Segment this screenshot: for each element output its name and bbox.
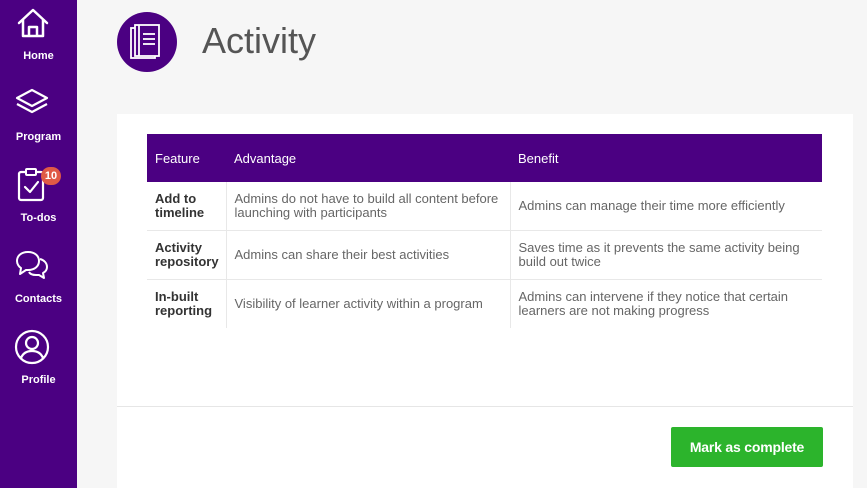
sidebar-item-profile[interactable]: Profile: [0, 324, 77, 402]
column-header-feature: Feature: [147, 134, 226, 182]
sidebar-item-label: Profile: [21, 374, 56, 386]
page-title: Activity: [202, 20, 317, 61]
layers-icon: [15, 88, 49, 114]
sidebar-item-label: Home: [23, 50, 54, 62]
activity-icon-circle: [117, 12, 177, 72]
table-row: In-built reporting Visibility of learner…: [147, 279, 822, 328]
card-divider: [117, 406, 853, 407]
column-header-benefit: Benefit: [510, 134, 822, 182]
sidebar-item-label: To-dos: [20, 212, 57, 224]
sidebar-item-program[interactable]: Program: [0, 81, 77, 159]
home-icon: [17, 8, 49, 38]
mark-as-complete-button[interactable]: Mark as complete: [671, 427, 823, 467]
advantage-cell: Visibility of learner activity within a …: [225, 279, 510, 328]
sidebar-item-home[interactable]: Home: [0, 0, 77, 78]
advantage-cell: Admins can share their best activities: [225, 230, 510, 280]
feature-cell: Add to timeline: [147, 182, 226, 231]
documents-icon: [130, 24, 160, 59]
sidebar-item-contacts[interactable]: Contacts: [0, 243, 77, 321]
table-row: Add to timeline Admins do not have to bu…: [147, 182, 822, 231]
chat-bubbles-icon: [16, 251, 48, 279]
feature-cell: Activity repository: [147, 230, 226, 280]
todos-count-badge: 10: [41, 167, 61, 185]
advantage-cell: Admins do not have to build all content …: [225, 182, 510, 231]
user-circle-icon: [14, 329, 50, 365]
benefit-cell: Saves time as it prevents the same activ…: [509, 230, 822, 280]
table-row: Activity repository Admins can share the…: [147, 230, 822, 280]
sidebar: Home Program To-dos Contacts Profile: [0, 0, 77, 488]
sidebar-item-label: Program: [15, 131, 62, 143]
sidebar-item-todos[interactable]: To-dos: [0, 162, 77, 240]
benefit-cell: Admins can intervene if they notice that…: [509, 279, 822, 328]
column-header-advantage: Advantage: [226, 134, 510, 182]
feature-table: Feature Advantage Benefit Add to timelin…: [147, 134, 822, 328]
benefit-cell: Admins can manage their time more effici…: [509, 182, 822, 231]
feature-cell: In-built reporting: [155, 289, 213, 318]
table-header-row: Feature Advantage Benefit: [147, 134, 822, 182]
sidebar-item-label: Contacts: [14, 293, 63, 305]
